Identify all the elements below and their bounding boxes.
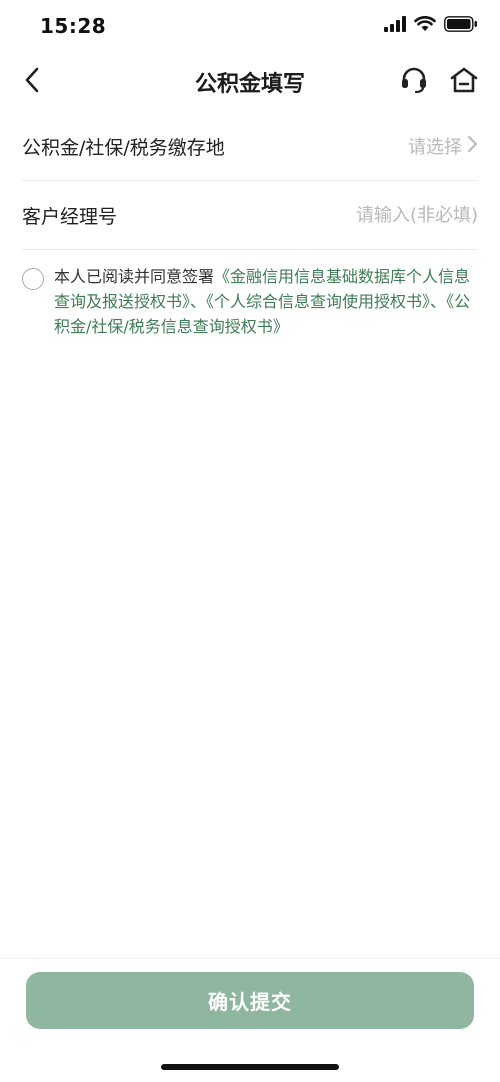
footer-divider [0, 958, 500, 959]
location-placeholder: 请选择 [408, 137, 462, 158]
status-icons [384, 16, 478, 32]
agreement-separator: 、 [190, 292, 207, 311]
form: 公积金/社保/税务缴存地 请选择 客户经理号 [22, 112, 478, 250]
agreement: 本人已阅读并同意签署《金融信用信息基础数据库个人信息查询及报送授权书》、《个人综… [22, 264, 478, 339]
location-select[interactable]: 请选择 [408, 133, 478, 159]
manager-number-input[interactable] [278, 204, 478, 226]
status-bar: 15:28 [0, 0, 500, 54]
confirm-submit-button[interactable]: 确认提交 [26, 972, 474, 1029]
home-button[interactable] [446, 64, 482, 100]
battery-icon [444, 16, 478, 32]
agreement-text: 本人已阅读并同意签署《金融信用信息基础数据库个人信息查询及报送授权书》、《个人综… [54, 264, 478, 339]
headset-icon [399, 65, 429, 99]
header-actions [396, 64, 482, 100]
status-time: 15:28 [40, 14, 107, 38]
manager-number-row: 客户经理号 [22, 181, 478, 250]
agreement-prefix: 本人已阅读并同意签署 [54, 267, 215, 286]
signal-icon [384, 16, 406, 32]
manager-number-label: 客户经理号 [22, 205, 118, 228]
personal-info-authorization-link[interactable]: 《个人综合信息查询使用授权书》 [206, 292, 430, 311]
chevron-right-icon [466, 135, 478, 158]
home-indicator [161, 1064, 339, 1070]
navigation-header: 公积金填写 [0, 54, 500, 110]
agreement-checkbox[interactable] [22, 268, 44, 290]
location-select-row[interactable]: 公积金/社保/税务缴存地 请选择 [22, 112, 478, 181]
agreement-separator: 、 [430, 292, 447, 311]
customer-service-button[interactable] [396, 64, 432, 100]
location-label: 公积金/社保/税务缴存地 [22, 136, 225, 159]
wifi-icon [414, 16, 436, 32]
home-icon [449, 65, 479, 99]
